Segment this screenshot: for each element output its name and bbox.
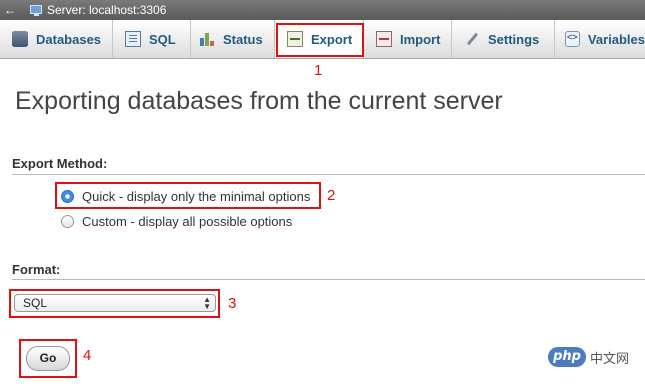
radio-unselected-icon[interactable] [61, 214, 74, 228]
format-label: Format: [12, 262, 61, 277]
annotation-number: 3 [228, 295, 237, 312]
import-icon [376, 31, 392, 47]
tab-sql[interactable]: SQL [113, 20, 191, 58]
back-arrow-icon[interactable]: ← [4, 0, 16, 20]
watermark: php 中文网 [548, 346, 629, 368]
tab-variables[interactable]: Variables [555, 20, 645, 58]
annotation-number: 1 [314, 62, 323, 79]
radio-custom[interactable]: Custom - display all possible options [61, 212, 292, 230]
server-breadcrumb[interactable]: Server: localhost:3306 [47, 0, 166, 20]
page-title: Exporting databases from the current ser… [15, 87, 503, 115]
tab-label: Settings [488, 31, 540, 47]
server-icon [30, 5, 42, 16]
server-bar: ← Server: localhost:3306 [0, 0, 645, 20]
export-method-label: Export Method: [12, 156, 108, 171]
sql-icon [125, 31, 141, 47]
php-logo: php [548, 347, 586, 367]
radio-custom-label[interactable]: Custom - display all possible options [82, 214, 292, 229]
tab-settings[interactable]: Settings [452, 20, 555, 58]
annotation-number: 2 [327, 187, 336, 204]
settings-icon [464, 31, 480, 47]
annotation-box-export [276, 23, 364, 57]
status-icon [199, 31, 215, 47]
divider [12, 174, 645, 175]
divider [12, 279, 645, 280]
database-icon [12, 31, 28, 47]
annotation-box-go [19, 339, 77, 378]
tab-status[interactable]: Status [191, 20, 275, 58]
tab-import[interactable]: Import [364, 20, 452, 58]
annotation-number: 4 [83, 347, 92, 364]
tab-label: SQL [149, 31, 176, 47]
tab-label: Import [400, 31, 441, 47]
tab-label: Variables [587, 31, 645, 47]
annotation-box-quick [55, 182, 321, 209]
annotation-box-format [9, 289, 220, 318]
watermark-text: 中文网 [590, 351, 630, 367]
tab-label: Databases [36, 31, 102, 47]
tab-label: Status [223, 31, 263, 47]
variables-icon [565, 31, 580, 47]
tab-databases[interactable]: Databases [0, 20, 113, 58]
